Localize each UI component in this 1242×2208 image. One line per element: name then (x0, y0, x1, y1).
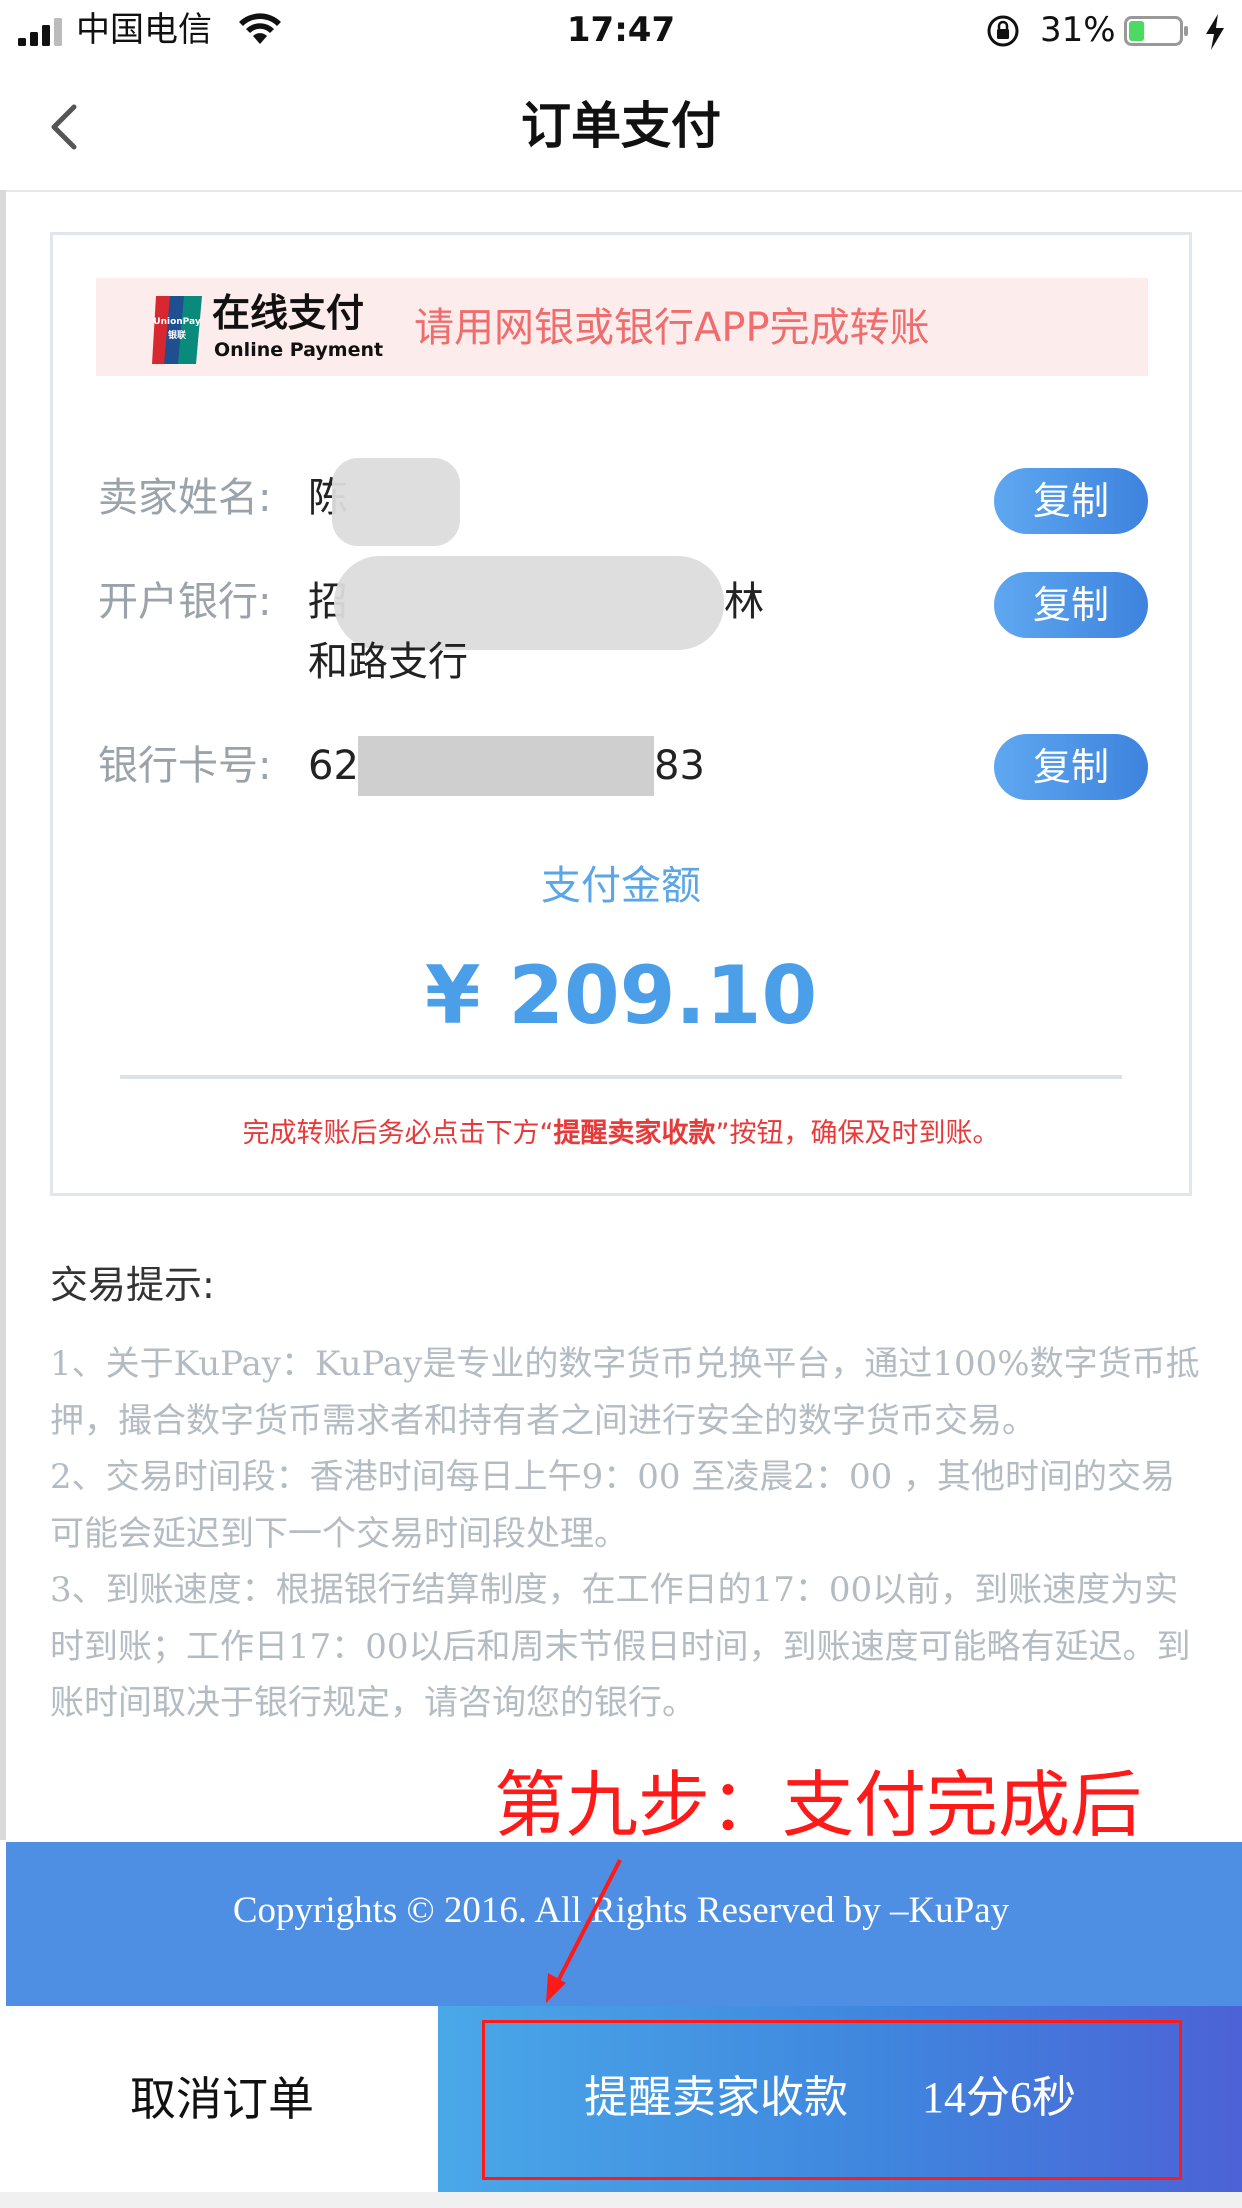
redacted-mask (358, 736, 654, 796)
copy-name-button[interactable]: 复制 (994, 468, 1148, 534)
bottom-strip (0, 2192, 1242, 2208)
transfer-notice: 完成转账后务必点击下方“提醒卖家收款”按钮，确保及时到账。 (0, 1115, 1242, 1153)
orientation-lock-icon (987, 15, 1019, 47)
banner-brand-en: Online Payment (214, 339, 384, 361)
bank-value-suffix: 林 (724, 579, 764, 625)
amount-value: ¥ 209.10 (424, 949, 818, 1042)
bank-value-line2: 和路支行 (308, 639, 468, 685)
copy-card-button[interactable]: 复制 (994, 734, 1148, 800)
banner-brand-cn: 在线支付 (212, 291, 365, 335)
seller-name-label: 卖家姓名: (98, 475, 272, 521)
card-number-suffix: 83 (654, 743, 705, 789)
battery-icon (1124, 16, 1188, 46)
unionpay-logo-icon: UnionPay 银联 (152, 296, 202, 364)
card-number-label: 银行卡号: (98, 743, 272, 789)
annotation-step-text: 第九步：支付完成后 (494, 1763, 1143, 1847)
copy-bank-button[interactable]: 复制 (994, 572, 1148, 638)
notice-highlight: 提醒卖家收款 (553, 1118, 716, 1149)
battery-percent: 31% (1040, 10, 1116, 50)
bank-label: 开户银行: (98, 579, 272, 625)
notice-text: ”按钮，确保及时到账。 (715, 1118, 1000, 1149)
svg-text:银联: 银联 (168, 329, 187, 341)
page-title: 订单支付 (521, 97, 721, 155)
tips-list: 1、关于KuPay：KuPay是专业的数字货币兑换平台，通过100%数字货币抵押… (50, 1336, 1200, 1732)
card-number-prefix: 62 (308, 743, 359, 789)
tip-item: 3、到账速度：根据银行结算制度，在工作日的17：00以前，到账速度为实时到账；工… (50, 1570, 1191, 1723)
payment-card (50, 232, 1192, 1196)
annotation-arrow-icon (546, 1859, 622, 2003)
amount-divider (120, 1075, 1122, 1079)
charging-bolt-icon (1206, 14, 1224, 50)
notice-text: 完成转账后务必点击下方“ (242, 1118, 554, 1149)
nav-bar: 订单支付 (0, 62, 1242, 192)
cancel-order-button[interactable]: 取消订单 (6, 2006, 438, 2192)
svg-text:UnionPay: UnionPay (153, 317, 201, 327)
amount-label: 支付金额 (541, 863, 701, 909)
redacted-mask (332, 458, 460, 546)
tip-item: 1、关于KuPay：KuPay是专业的数字货币兑换平台，通过100%数字货币抵押… (50, 1344, 1200, 1441)
tip-item: 2、交易时间段：香港时间每日上午9：00 至凌晨2：00 ，其他时间的交易可能会… (50, 1457, 1176, 1554)
annotation-highlight-box (482, 2020, 1182, 2180)
tips-title: 交易提示: (50, 1263, 215, 1307)
banner-instruction: 请用网银或银行APP完成转账 (414, 305, 930, 351)
